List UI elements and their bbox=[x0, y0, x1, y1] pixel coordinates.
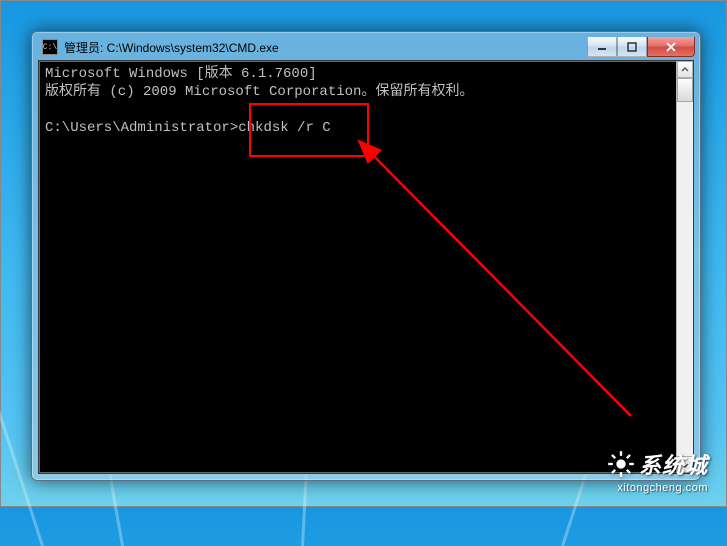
scroll-thumb[interactable] bbox=[677, 78, 693, 102]
cmd-icon: C:\ bbox=[42, 39, 58, 55]
minimize-button[interactable] bbox=[587, 37, 617, 57]
close-button[interactable] bbox=[647, 37, 695, 57]
window-controls bbox=[587, 37, 695, 57]
console-line-version: Microsoft Windows [版本 6.1.7600] bbox=[45, 66, 317, 82]
chevron-up-icon bbox=[681, 66, 689, 74]
console-prompt: C:\Users\Administrator> bbox=[45, 120, 238, 136]
console-command[interactable]: chkdsk /r C bbox=[238, 120, 330, 136]
console-output: Microsoft Windows [版本 6.1.7600] 版权所有 (c)… bbox=[39, 61, 693, 473]
title-prefix: 管理员: bbox=[64, 41, 107, 55]
minimize-icon bbox=[597, 42, 607, 52]
maximize-button[interactable] bbox=[617, 37, 647, 57]
titlebar[interactable]: C:\ 管理员: C:\Windows\system32\CMD.exe bbox=[38, 38, 694, 60]
console-line-copyright: 版权所有 (c) 2009 Microsoft Corporation。保留所有… bbox=[45, 84, 473, 100]
watermark-url: xitongcheng.com bbox=[607, 482, 708, 494]
console-area[interactable]: Microsoft Windows [版本 6.1.7600] 版权所有 (c)… bbox=[38, 60, 694, 474]
watermark: 系统城 xitongcheng.com bbox=[607, 448, 708, 494]
scroll-track[interactable] bbox=[677, 78, 693, 456]
close-icon bbox=[665, 42, 677, 52]
gear-icon bbox=[607, 450, 635, 478]
cmd-window: C:\ 管理员: C:\Windows\system32\CMD.exe Mic… bbox=[31, 31, 701, 481]
vertical-scrollbar[interactable] bbox=[676, 61, 693, 473]
watermark-brand: 系统城 bbox=[639, 448, 708, 480]
scroll-up-button[interactable] bbox=[677, 61, 693, 78]
maximize-icon bbox=[627, 42, 637, 52]
title-path: C:\Windows\system32\CMD.exe bbox=[107, 41, 279, 55]
